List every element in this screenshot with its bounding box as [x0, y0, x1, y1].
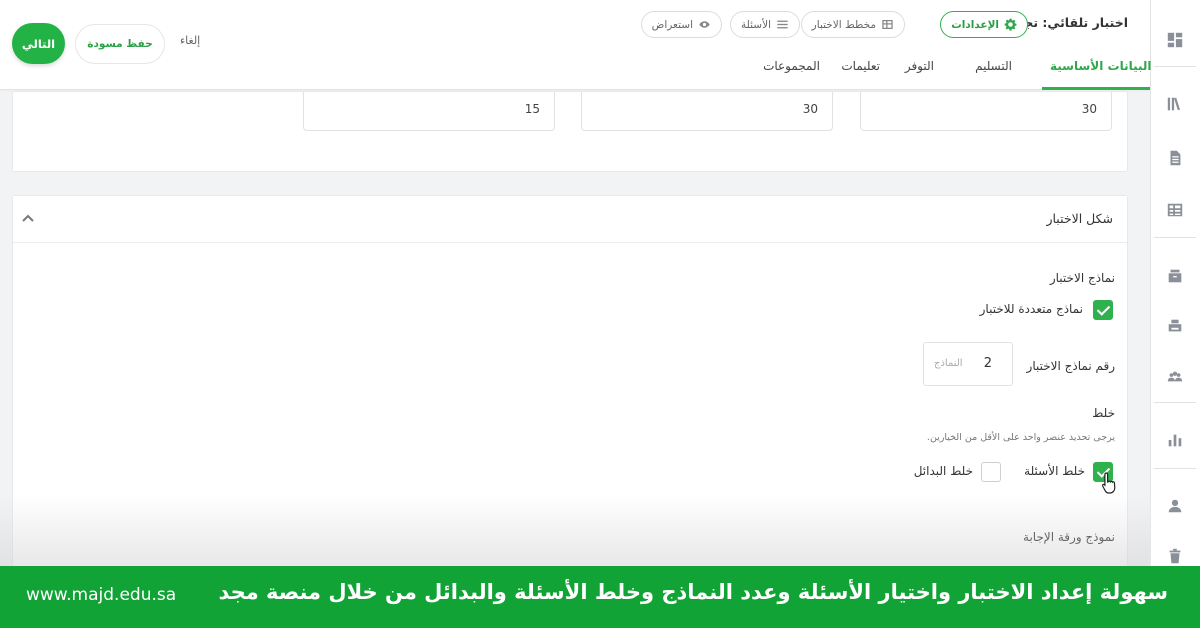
tab-groups[interactable]: المجموعات: [755, 52, 828, 90]
shuffle-questions-label: خلط الأسئلة: [1024, 464, 1085, 478]
pill-outline-label: مخطط الاختبار: [811, 18, 876, 31]
hand-cursor-icon: [1101, 472, 1116, 494]
pill-preview[interactable]: استعراض: [640, 11, 722, 38]
icon-sidebar: [1150, 0, 1200, 628]
document-icon[interactable]: [1150, 140, 1200, 176]
shuffle-options-checkbox[interactable]: [981, 462, 1001, 482]
tab-basic-data[interactable]: البيانات الأساسية: [1042, 52, 1152, 90]
next-button[interactable]: التالي: [12, 23, 65, 64]
versions-count-placeholder: النماذج: [934, 358, 963, 369]
banner-url[interactable]: www.majd.edu.sa: [26, 585, 176, 605]
number-field-2[interactable]: 30: [581, 92, 833, 131]
list-icon: [777, 20, 788, 29]
quiz-header: اختبار تلقائي: تجريبي الإعدادات مخطط الا…: [0, 0, 1152, 90]
save-draft-button[interactable]: حفظ مسودة: [75, 24, 165, 64]
banner-text: سهولة إعداد الاختبار واختيار الأسئلة وعد…: [218, 580, 1168, 604]
versions-count-input[interactable]: 2 النماذج: [923, 342, 1013, 386]
table-icon[interactable]: [1150, 192, 1200, 228]
pill-preview-label: استعراض: [651, 18, 693, 31]
print-icon[interactable]: [1150, 308, 1200, 344]
versions-count-value: 2: [983, 356, 992, 371]
cancel-button[interactable]: إلغاء: [180, 34, 200, 47]
gear-icon: [1004, 18, 1017, 31]
bar-chart-icon[interactable]: [1150, 422, 1200, 458]
versions-label: نماذج الاختبار: [1049, 271, 1115, 285]
multi-versions-label: نماذج متعددة للاختبار: [979, 302, 1083, 316]
shuffle-label: خلط: [1092, 406, 1115, 420]
eye-icon: [699, 21, 710, 28]
section-title: شكل الاختبار: [1046, 211, 1113, 226]
versions-count-label: رقم نماذج الاختبار: [1026, 359, 1115, 373]
tab-delivery[interactable]: التسليم: [967, 52, 1020, 90]
pill-settings[interactable]: الإعدادات: [940, 11, 1028, 38]
library-icon[interactable]: [1150, 86, 1200, 122]
pill-questions[interactable]: الأسئلة: [730, 11, 800, 38]
pill-settings-label: الإعدادات: [951, 18, 999, 31]
pill-questions-label: الأسئلة: [741, 18, 771, 31]
promo-banner: سهولة إعداد الاختبار واختيار الأسئلة وعد…: [0, 566, 1200, 628]
number-field-3[interactable]: 15: [303, 92, 555, 131]
tab-instructions[interactable]: تعليمات: [833, 52, 888, 90]
answer-sheet-label: نموذج ورقة الإجابة: [1023, 530, 1115, 544]
section-header[interactable]: شكل الاختبار: [13, 196, 1127, 243]
pill-outline[interactable]: مخطط الاختبار: [800, 11, 905, 38]
user-icon[interactable]: [1150, 488, 1200, 524]
number-field-1[interactable]: 30: [860, 92, 1112, 131]
archive-icon[interactable]: [1150, 258, 1200, 294]
settings-card-top: 30 30 15: [12, 91, 1128, 172]
table-icon: [882, 19, 893, 30]
dashboard-icon[interactable]: [1150, 22, 1200, 58]
tab-availability[interactable]: التوفر: [897, 52, 942, 90]
shuffle-hint: يرجى تحديد عنصر واحد على الأقل من الخيار…: [926, 432, 1115, 443]
shuffle-options-label: خلط البدائل: [913, 464, 973, 478]
multi-versions-checkbox[interactable]: [1093, 300, 1113, 320]
users-icon[interactable]: [1150, 358, 1200, 394]
quiz-format-card: شكل الاختبار نماذج الاختبار نماذج متعددة…: [12, 195, 1128, 575]
chevron-up-icon[interactable]: [21, 211, 35, 225]
